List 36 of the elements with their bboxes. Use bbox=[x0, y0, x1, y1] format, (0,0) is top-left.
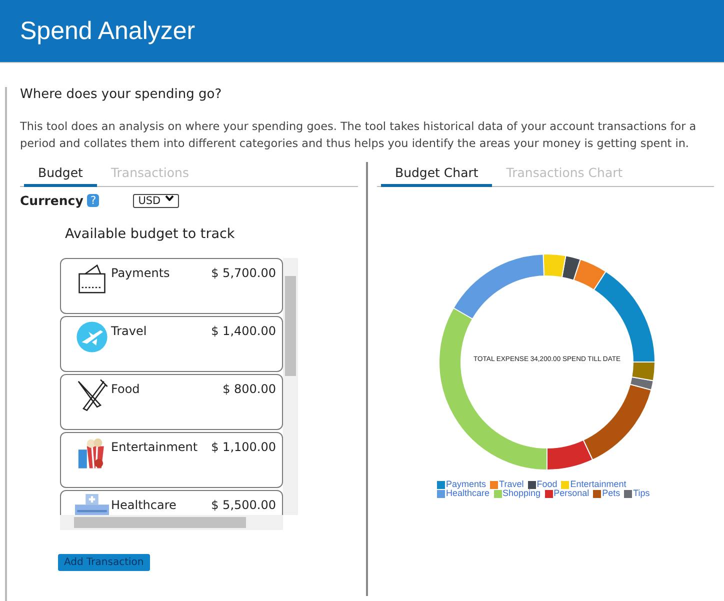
legend-item: Pets bbox=[593, 489, 620, 498]
legend-item: Shopping bbox=[494, 489, 541, 498]
tab[interactable]: Budget bbox=[24, 162, 97, 187]
knife-and-fork-icon bbox=[75, 378, 109, 412]
caret-icon bbox=[164, 194, 174, 200]
legend-item: Payments bbox=[437, 480, 486, 489]
description-text: This tool does an analysis on where your spending goes. The tool takes historical data of your account transactions for a period and collates them into different categories and thus helps you identify the areas your money is getting spent in. bbox=[20, 119, 698, 152]
section-question: Where does your spending go? bbox=[20, 87, 223, 102]
legend-item: Travel bbox=[490, 480, 524, 489]
budget-amount: $ 5,700.00 bbox=[211, 266, 276, 280]
tab[interactable]: Budget Chart bbox=[381, 162, 492, 187]
category-name: Travel bbox=[111, 324, 148, 338]
horizontal-scrollbar[interactable] bbox=[60, 515, 283, 530]
vertical-scrollbar[interactable] bbox=[283, 258, 298, 515]
legend-item: Healthcare bbox=[437, 489, 490, 498]
budget-amount: $ 800.00 bbox=[222, 382, 276, 396]
category-name: Payments bbox=[111, 266, 171, 280]
budget-card[interactable]: Payments $ 5,700.00 bbox=[60, 258, 283, 314]
category-name: Food bbox=[111, 382, 141, 396]
legend-item: Tips bbox=[624, 489, 650, 498]
category-name: Healthcare bbox=[111, 498, 178, 512]
legend-item: Food bbox=[528, 480, 558, 489]
budget-card[interactable]: Travel $ 1,400.00 bbox=[60, 316, 283, 372]
budget-amount: $ 1,400.00 bbox=[211, 324, 276, 338]
currency-label: Currency bbox=[20, 193, 84, 208]
app-title: Spend Analyzer bbox=[20, 16, 196, 46]
budget-card[interactable]: Entertainment $ 1,100.00 bbox=[60, 432, 283, 488]
legend-item: Personal bbox=[544, 489, 590, 498]
budget-title: Available budget to track bbox=[65, 226, 236, 242]
budget-amount: $ 1,100.00 bbox=[211, 440, 276, 454]
budget-card[interactable]: Food $ 800.00 bbox=[60, 374, 283, 430]
legend-item: Entertainment bbox=[561, 480, 626, 489]
currency-select[interactable]: USD bbox=[133, 194, 179, 208]
budget-amount: $ 5,500.00 bbox=[211, 498, 276, 512]
category-name: Entertainment bbox=[111, 440, 199, 454]
airplane-icon bbox=[75, 320, 109, 354]
